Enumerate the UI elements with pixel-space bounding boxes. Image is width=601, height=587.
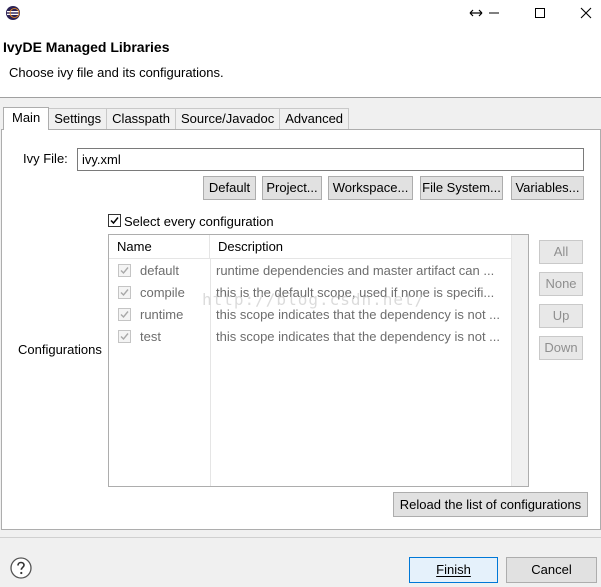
ivy-file-input[interactable] bbox=[77, 148, 584, 171]
maximize-icon bbox=[535, 8, 545, 18]
row-checkbox[interactable] bbox=[118, 264, 131, 277]
tab-classpath[interactable]: Classpath bbox=[106, 108, 176, 130]
select-none-button[interactable]: None bbox=[539, 272, 583, 296]
move-down-button[interactable]: Down bbox=[539, 336, 583, 360]
select-all-button[interactable]: All bbox=[539, 240, 583, 264]
tab-advanced[interactable]: Advanced bbox=[279, 108, 350, 130]
column-header-description[interactable]: Description bbox=[210, 235, 510, 259]
row-description: this scope indicates that the dependency… bbox=[216, 307, 501, 322]
header-divider bbox=[0, 97, 601, 98]
select-every-checkbox[interactable] bbox=[108, 214, 121, 227]
configurations-label: Configurations bbox=[18, 342, 102, 357]
row-name: compile bbox=[140, 285, 185, 300]
help-icon[interactable] bbox=[10, 557, 32, 579]
watermark-text: http://blog.csdn.net/ bbox=[202, 290, 426, 309]
ivy-file-label: Ivy File: bbox=[23, 151, 68, 166]
select-every-label: Select every configuration bbox=[124, 214, 274, 229]
dialog-subtitle: Choose ivy file and its configurations. bbox=[9, 65, 224, 80]
row-checkbox[interactable] bbox=[118, 286, 131, 299]
workspace-button[interactable]: Workspace... bbox=[328, 176, 413, 200]
minimize-button[interactable] bbox=[474, 2, 514, 24]
row-name: default bbox=[140, 263, 180, 278]
tab-source-javadoc[interactable]: Source/Javadoc bbox=[174, 108, 281, 130]
main-tab-panel: Ivy File: Default Project... Workspace..… bbox=[1, 129, 601, 530]
row-checkbox[interactable] bbox=[118, 330, 131, 343]
maximize-button[interactable] bbox=[520, 2, 560, 24]
footer-divider bbox=[0, 537, 601, 538]
table-header: Name Description bbox=[109, 235, 528, 259]
table-scrollbar[interactable] bbox=[511, 235, 528, 486]
minimize-icon bbox=[489, 12, 499, 14]
finish-button[interactable]: Finish bbox=[409, 557, 498, 583]
checkmark-icon bbox=[110, 217, 119, 225]
table-row[interactable]: default runtime dependencies and master … bbox=[109, 260, 511, 282]
row-name: test bbox=[140, 329, 161, 344]
close-icon bbox=[580, 7, 592, 19]
eclipse-icon bbox=[5, 5, 21, 21]
move-up-button[interactable]: Up bbox=[539, 304, 583, 328]
tab-main[interactable]: Main bbox=[3, 107, 50, 130]
finish-label: Finish bbox=[436, 562, 471, 577]
file-system-button[interactable]: File System... bbox=[420, 176, 503, 200]
tab-settings[interactable]: Settings bbox=[48, 108, 108, 130]
reload-configurations-button[interactable]: Reload the list of configurations bbox=[393, 492, 588, 517]
row-checkbox[interactable] bbox=[118, 308, 131, 321]
row-name: runtime bbox=[140, 307, 184, 322]
variables-button[interactable]: Variables... bbox=[511, 176, 584, 200]
tab-bar: Main Settings Classpath Source/Javadoc A… bbox=[3, 107, 350, 130]
close-button[interactable] bbox=[566, 2, 601, 24]
title-bar bbox=[0, 0, 601, 28]
column-header-name[interactable]: Name bbox=[109, 235, 210, 259]
project-button[interactable]: Project... bbox=[262, 176, 322, 200]
cancel-button[interactable]: Cancel bbox=[506, 557, 597, 583]
dialog-header: IvyDE Managed Libraries Choose ivy file … bbox=[0, 28, 601, 97]
default-button[interactable]: Default bbox=[203, 176, 256, 200]
table-row[interactable]: test this scope indicates that the depen… bbox=[109, 326, 511, 348]
dialog-title: IvyDE Managed Libraries bbox=[3, 39, 170, 55]
configurations-table[interactable]: Name Description default runtime depende… bbox=[108, 234, 529, 487]
row-description: this scope indicates that the dependency… bbox=[216, 329, 501, 344]
row-description: runtime dependencies and master artifact… bbox=[216, 263, 495, 278]
